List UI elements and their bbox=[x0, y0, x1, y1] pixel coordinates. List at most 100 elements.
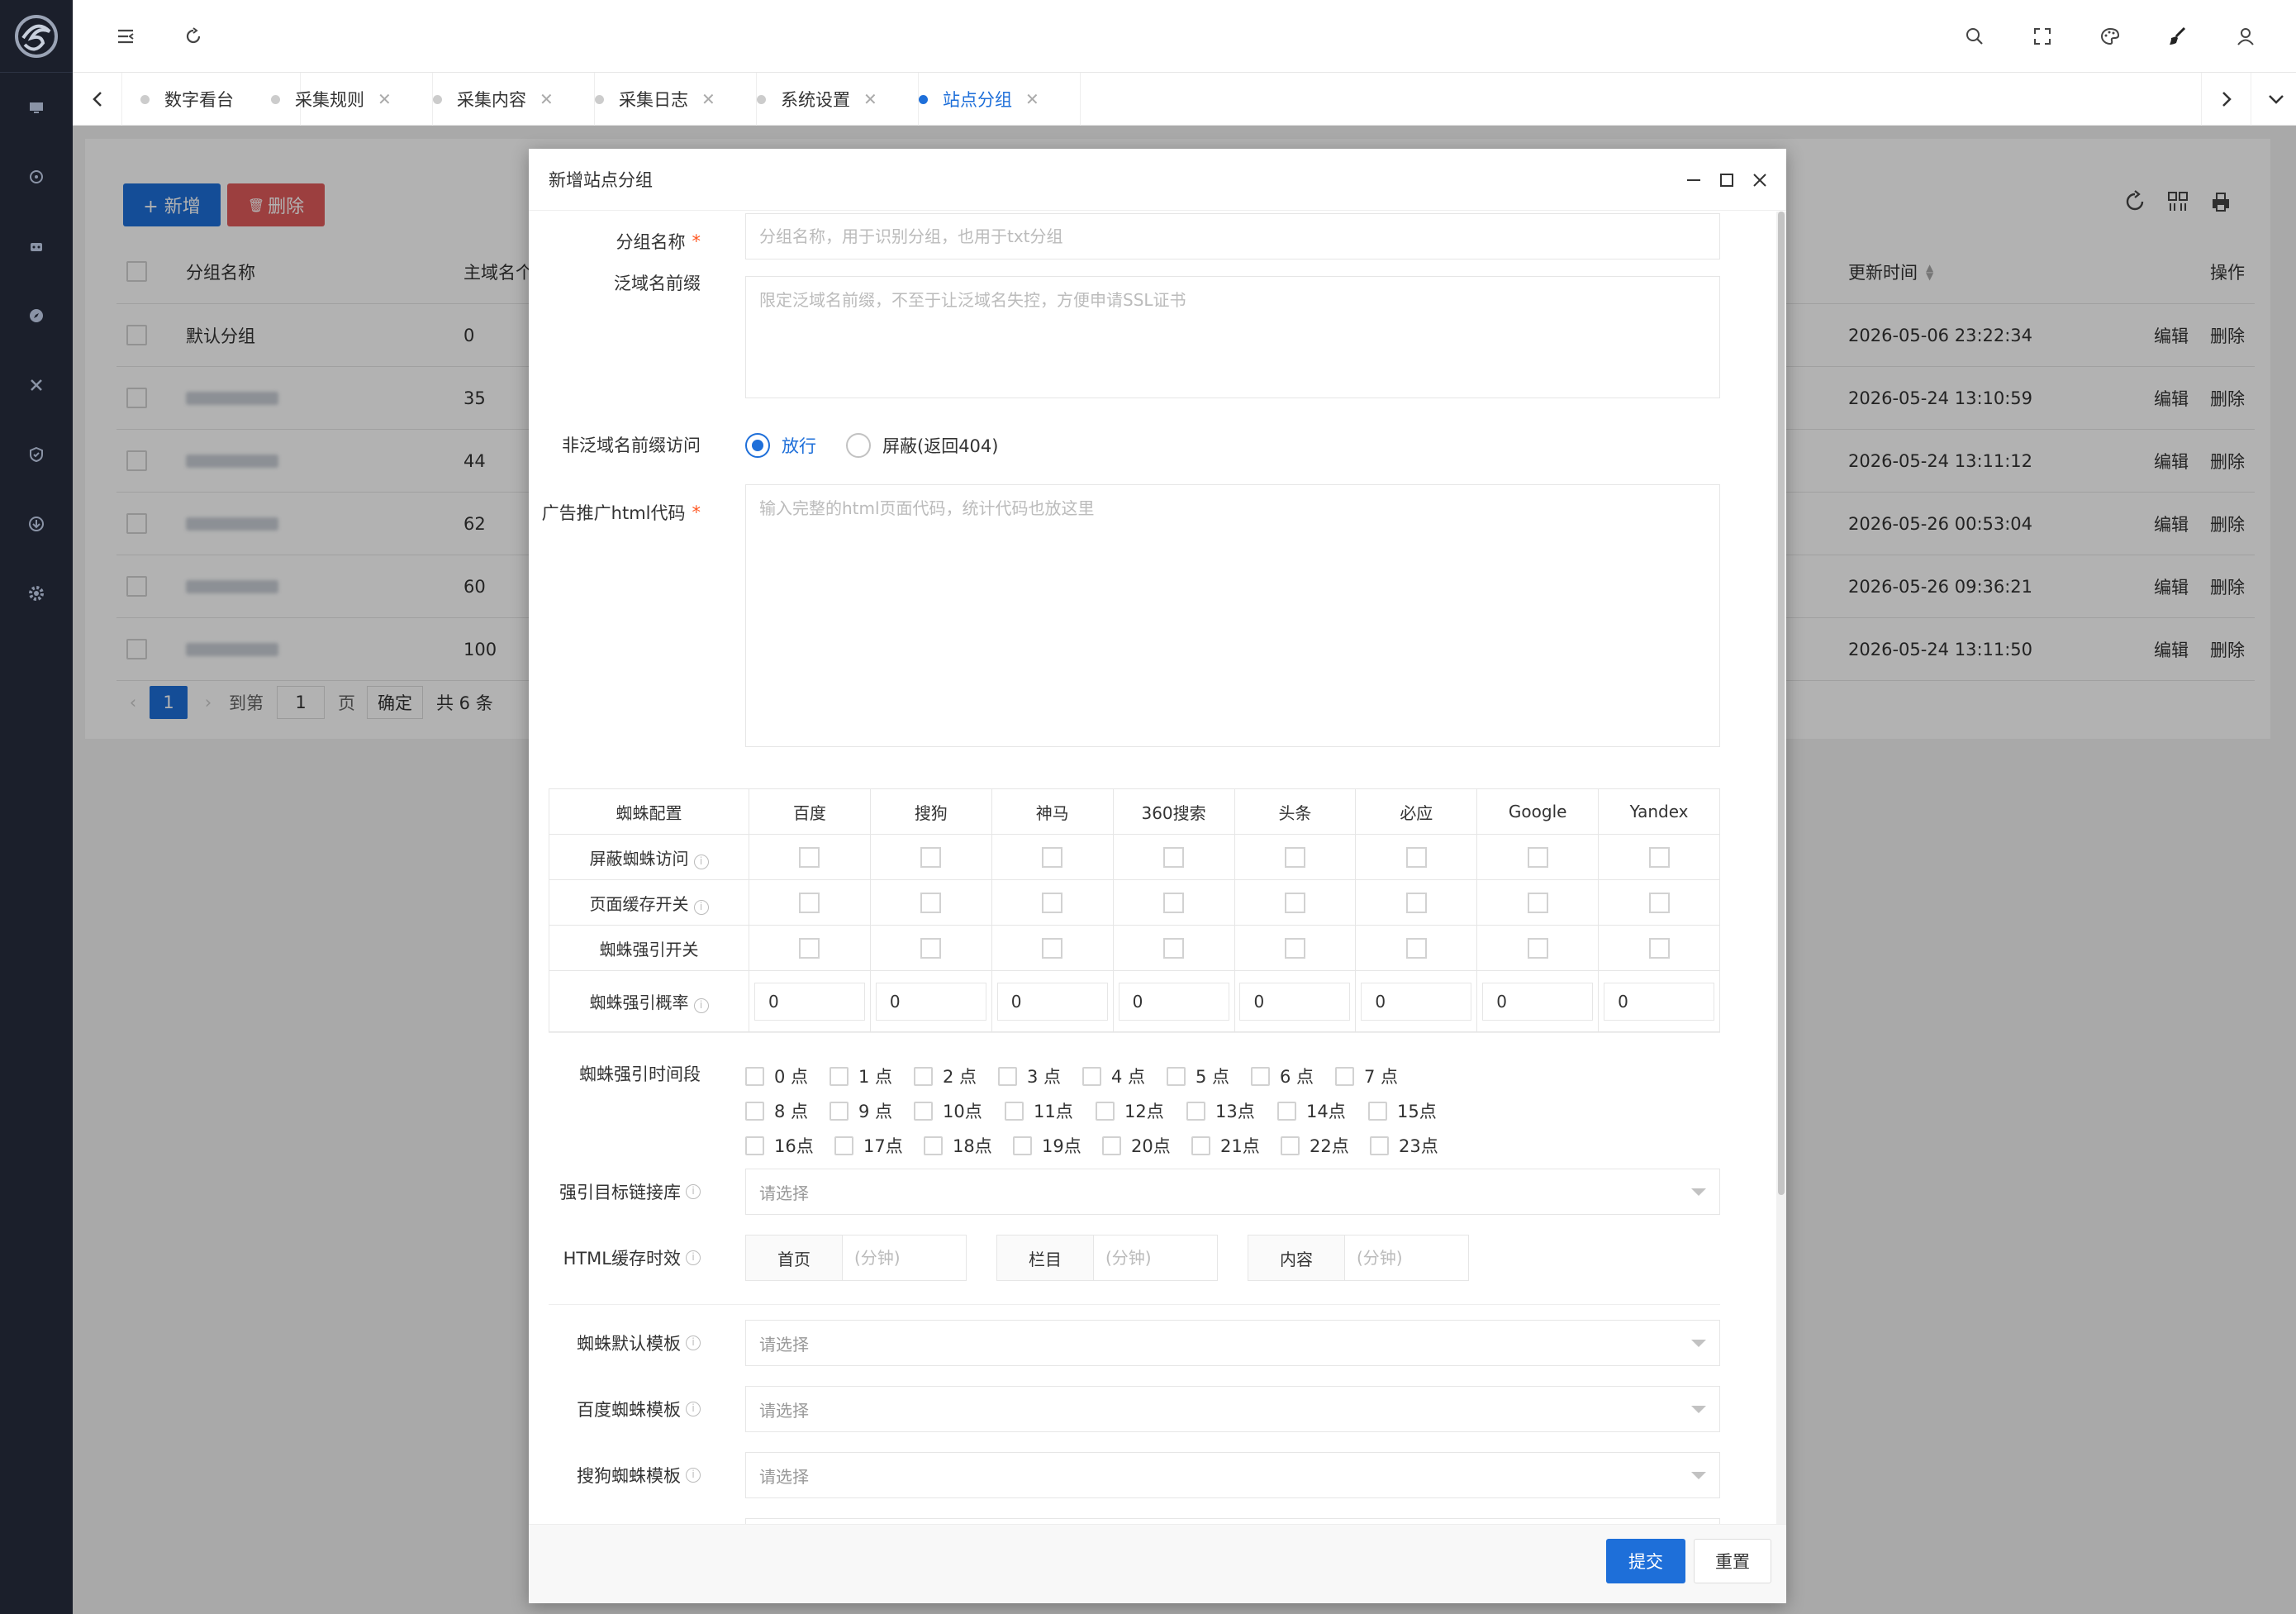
spider-checkbox[interactable] bbox=[1163, 893, 1185, 913]
tpl-sogou-select[interactable]: 请选择 bbox=[745, 1452, 1720, 1498]
hour-checkbox[interactable] bbox=[1096, 1101, 1115, 1121]
info-icon[interactable]: i bbox=[686, 1402, 701, 1416]
hour-checkbox[interactable] bbox=[1335, 1066, 1354, 1086]
sidebar-item-security[interactable] bbox=[0, 430, 73, 479]
hour-option[interactable]: 0 点 bbox=[745, 1064, 830, 1088]
search-icon[interactable] bbox=[1958, 20, 1991, 53]
spider-checkbox[interactable] bbox=[799, 893, 820, 913]
sidebar-item-log[interactable] bbox=[0, 291, 73, 340]
wildcard-prefix-input[interactable] bbox=[745, 276, 1720, 398]
hour-checkbox[interactable] bbox=[998, 1066, 1017, 1086]
hour-checkbox[interactable] bbox=[1277, 1101, 1296, 1121]
tab-site-groups[interactable]: 站点分组 ✕ bbox=[919, 73, 1081, 126]
info-icon[interactable]: i bbox=[693, 899, 709, 915]
sidebar-item-dashboard[interactable] bbox=[0, 83, 73, 132]
close-icon[interactable]: ✕ bbox=[701, 89, 715, 109]
spider-checkbox[interactable] bbox=[1284, 893, 1305, 913]
sidebar-item-download[interactable] bbox=[0, 499, 73, 549]
user-icon[interactable] bbox=[2229, 20, 2262, 53]
spider-checkbox[interactable] bbox=[1405, 893, 1427, 913]
tpl-baidu-select[interactable]: 请选择 bbox=[745, 1386, 1720, 1432]
info-icon[interactable]: i bbox=[686, 1250, 701, 1265]
spider-rate-input[interactable] bbox=[753, 982, 865, 1021]
scrollbar-thumb[interactable] bbox=[1778, 212, 1785, 1195]
spider-checkbox[interactable] bbox=[1648, 847, 1670, 868]
refresh-icon[interactable] bbox=[177, 20, 210, 53]
tabs-prev-button[interactable] bbox=[73, 73, 122, 126]
sidebar-item-tools[interactable] bbox=[0, 360, 73, 410]
hour-option[interactable]: 4 点 bbox=[1082, 1064, 1167, 1088]
brush-icon[interactable] bbox=[2161, 20, 2194, 53]
spider-checkbox[interactable] bbox=[799, 938, 820, 959]
spider-checkbox[interactable] bbox=[1405, 847, 1427, 868]
cache-content-input[interactable] bbox=[1345, 1235, 1469, 1281]
hour-option[interactable]: 5 点 bbox=[1167, 1064, 1251, 1088]
spider-checkbox[interactable] bbox=[920, 893, 942, 913]
hour-checkbox[interactable] bbox=[834, 1136, 853, 1155]
spider-checkbox[interactable] bbox=[1284, 938, 1305, 959]
spider-rate-input[interactable] bbox=[1482, 982, 1594, 1021]
hour-option[interactable]: 17点 bbox=[834, 1133, 924, 1158]
spider-checkbox[interactable] bbox=[1042, 938, 1063, 959]
hour-checkbox[interactable] bbox=[1251, 1066, 1270, 1086]
ad-code-input[interactable] bbox=[745, 484, 1720, 747]
cache-home-input[interactable] bbox=[843, 1235, 967, 1281]
spider-checkbox[interactable] bbox=[920, 847, 942, 868]
hour-option[interactable]: 23点 bbox=[1370, 1133, 1459, 1158]
hour-checkbox[interactable] bbox=[830, 1066, 849, 1086]
minimize-icon[interactable] bbox=[1677, 164, 1710, 197]
tpl-default-select[interactable]: 请选择 bbox=[745, 1320, 1720, 1366]
spider-rate-input[interactable] bbox=[1361, 982, 1472, 1021]
hour-checkbox[interactable] bbox=[745, 1101, 764, 1121]
hour-checkbox[interactable] bbox=[1005, 1101, 1024, 1121]
hour-checkbox[interactable] bbox=[1191, 1136, 1210, 1155]
tabs-menu-button[interactable] bbox=[2251, 73, 2296, 126]
spider-checkbox[interactable] bbox=[1284, 847, 1305, 868]
tabs-next-button[interactable] bbox=[2201, 73, 2251, 126]
close-icon[interactable]: ✕ bbox=[378, 89, 392, 109]
hour-option[interactable]: 7 点 bbox=[1335, 1064, 1419, 1088]
close-icon[interactable] bbox=[1743, 164, 1776, 197]
spider-checkbox[interactable] bbox=[1527, 938, 1548, 959]
info-icon[interactable]: i bbox=[686, 1468, 701, 1483]
sidebar-item-settings[interactable] bbox=[0, 569, 73, 618]
hour-checkbox[interactable] bbox=[1082, 1066, 1101, 1086]
hour-option[interactable]: 1 点 bbox=[830, 1064, 914, 1088]
palette-icon[interactable] bbox=[2094, 20, 2127, 53]
hour-option[interactable]: 10点 bbox=[914, 1098, 1005, 1123]
tab-rules[interactable]: 采集规则 ✕ bbox=[271, 73, 433, 126]
tab-log[interactable]: 采集日志 ✕ bbox=[595, 73, 757, 126]
dialog-scrollbar[interactable] bbox=[1776, 212, 1786, 1524]
target-lib-select[interactable]: 请选择 bbox=[745, 1169, 1720, 1215]
next-select-partial[interactable] bbox=[745, 1518, 1720, 1524]
hour-option[interactable]: 12点 bbox=[1096, 1098, 1186, 1123]
hour-option[interactable]: 19点 bbox=[1013, 1133, 1102, 1158]
radio-block[interactable]: 屏蔽(返回404) bbox=[846, 433, 998, 458]
spider-checkbox[interactable] bbox=[1405, 938, 1427, 959]
spider-checkbox[interactable] bbox=[920, 938, 942, 959]
fullscreen-icon[interactable] bbox=[2026, 20, 2059, 53]
sidebar-item-rules[interactable] bbox=[0, 152, 73, 202]
hour-checkbox[interactable] bbox=[1102, 1136, 1121, 1155]
hour-checkbox[interactable] bbox=[1368, 1101, 1387, 1121]
hour-option[interactable]: 3 点 bbox=[998, 1064, 1082, 1088]
spider-checkbox[interactable] bbox=[799, 847, 820, 868]
hour-option[interactable]: 8 点 bbox=[745, 1098, 830, 1123]
spider-checkbox[interactable] bbox=[1042, 847, 1063, 868]
close-icon[interactable]: ✕ bbox=[863, 89, 877, 109]
hour-checkbox[interactable] bbox=[1281, 1136, 1300, 1155]
cache-column-input[interactable] bbox=[1094, 1235, 1218, 1281]
hour-option[interactable]: 18点 bbox=[924, 1133, 1013, 1158]
spider-rate-input[interactable] bbox=[996, 982, 1108, 1021]
spider-checkbox[interactable] bbox=[1042, 893, 1063, 913]
hour-option[interactable]: 6 点 bbox=[1251, 1064, 1335, 1088]
sidebar-item-content[interactable] bbox=[0, 221, 73, 271]
spider-checkbox[interactable] bbox=[1527, 847, 1548, 868]
hour-option[interactable]: 9 点 bbox=[830, 1098, 914, 1123]
reset-button[interactable]: 重置 bbox=[1694, 1539, 1771, 1583]
hour-option[interactable]: 22点 bbox=[1281, 1133, 1370, 1158]
tab-content[interactable]: 采集内容 ✕ bbox=[433, 73, 595, 126]
hour-checkbox[interactable] bbox=[914, 1066, 933, 1086]
hour-option[interactable]: 16点 bbox=[745, 1133, 834, 1158]
spider-checkbox[interactable] bbox=[1527, 893, 1548, 913]
